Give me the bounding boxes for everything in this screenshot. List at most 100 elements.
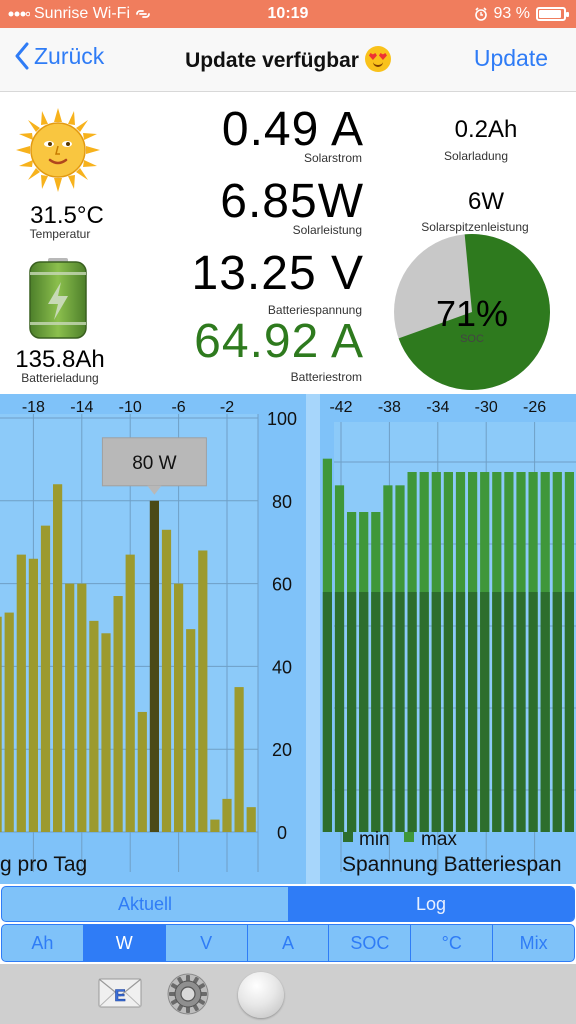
left-chart-x-tick-label: -10 <box>119 399 142 416</box>
bottom-toolbar: E <box>0 964 576 1024</box>
right-chart-bar-min <box>334 592 345 832</box>
left-chart-bar <box>210 819 220 832</box>
soc-pie-chart: 71% SOC <box>394 234 550 390</box>
mode-segmented-control: Aktuell Log <box>1 886 575 922</box>
left-chart-tooltip-text: 80 W <box>132 453 176 474</box>
segment-soc[interactable]: SOC <box>329 925 412 961</box>
right-chart-x-tick-label: -26 <box>523 399 546 416</box>
solar-charge-value: 0.2Ah <box>454 116 518 143</box>
left-chart-y-tick-label: 100 <box>267 409 297 429</box>
soc-label: SOC <box>460 333 484 345</box>
segment-log[interactable]: Log <box>288 887 574 921</box>
right-chart-bar-min <box>419 592 429 832</box>
right-chart-bar-min <box>540 592 550 832</box>
right-chart-bar-min <box>480 592 490 832</box>
left-chart-bar <box>89 620 99 832</box>
segment-aktuell[interactable]: Aktuell <box>2 887 288 921</box>
right-chart-legend-swatch-min <box>343 832 353 842</box>
left-chart-x-tick-label: -18 <box>22 399 45 416</box>
charts-divider <box>306 394 320 884</box>
battery-fill <box>539 10 562 18</box>
left-chart-bar <box>113 596 123 832</box>
right-chart-bar-min <box>395 592 405 832</box>
left-chart-caption: g pro Tag <box>0 853 87 876</box>
battery-icon <box>536 7 569 21</box>
right-chart-x-tick-label: -34 <box>426 399 449 416</box>
solar-power-value: 6.85W <box>220 175 364 228</box>
record-circle-button[interactable] <box>238 972 284 1018</box>
left-chart-bar <box>65 583 75 832</box>
back-button[interactable]: Zurück <box>14 42 104 70</box>
left-chart-bar <box>246 807 256 832</box>
charts-svg: 0 20 40 60 80 100 -18 -14 -10 -6 -2 80 W g pro Tag -4… <box>0 394 576 884</box>
segment-w[interactable]: W <box>83 925 166 961</box>
segment-a[interactable]: A <box>248 925 330 961</box>
battery-percent: 93 % <box>493 5 530 22</box>
left-chart-bar <box>0 616 2 832</box>
right-chart-bar-min <box>528 592 538 832</box>
left-chart-bar <box>137 711 147 832</box>
left-chart-y-tick-label: 0 <box>277 823 287 843</box>
left-chart-bar <box>174 583 184 832</box>
left-chart-bar <box>28 558 38 832</box>
mail-letter: E <box>114 986 125 1005</box>
alarm-icon <box>474 7 487 21</box>
left-chart-x-tick-label: -6 <box>171 399 185 416</box>
charts-area[interactable]: 0 20 40 60 80 100 -18 -14 -10 -6 -2 80 W g pro Tag -4… <box>0 394 576 884</box>
left-chart-y-tick-label: 60 <box>272 575 292 595</box>
right-chart-bar-min <box>359 592 369 832</box>
battery-current-value: 64.92 A <box>194 315 364 368</box>
left-chart-bar <box>125 554 135 832</box>
right-chart-bar-min <box>347 592 357 832</box>
update-button[interactable]: Update <box>474 45 548 72</box>
sun-icon <box>16 108 100 192</box>
right-chart-x-tick-label: -38 <box>378 399 401 416</box>
chevron-left-icon <box>15 42 29 70</box>
heart-eyes-emoji-icon <box>364 46 391 72</box>
right-chart-bar-min <box>516 592 526 832</box>
right-chart-bar-min <box>468 592 478 832</box>
page-title-text: Update verfügbar <box>185 49 359 72</box>
left-chart-bar <box>234 687 244 832</box>
battery-level-icon <box>29 258 87 339</box>
status-bar: Sunrise Wi-Fi 10:19 93 % <box>0 0 576 28</box>
navigation-bar: Zurück Update verfügbar Update <box>0 28 576 92</box>
left-chart-bar <box>101 633 111 832</box>
left-chart-bar <box>4 612 14 832</box>
gear-icon[interactable] <box>166 972 210 1016</box>
right-chart-bar-min <box>564 592 574 832</box>
status-right: 93 % <box>474 5 569 23</box>
left-chart-bar <box>198 550 208 832</box>
left-chart-x-tick-label: -14 <box>70 399 93 416</box>
left-chart-bar <box>186 629 196 832</box>
right-chart-plot-area <box>334 422 576 832</box>
battery-charge-value: 135.8Ah <box>15 346 105 373</box>
right-chart-bar-min <box>455 592 466 832</box>
right-chart-caption: Spannung Batteriespan <box>342 853 562 876</box>
right-chart-bar-min <box>407 592 417 832</box>
temperature-value: 31.5°C <box>30 202 104 229</box>
solar-peak-value: 6W <box>468 188 504 215</box>
right-chart-bar-min <box>383 592 393 832</box>
battery-charge-label: Batterieladung <box>21 371 99 385</box>
right-chart-legend-label-max: max <box>421 829 457 850</box>
segment-mix[interactable]: Mix <box>493 925 574 961</box>
right-chart-bar-min <box>322 592 332 832</box>
segment-v[interactable]: V <box>166 925 248 961</box>
right-chart-bar-min <box>431 592 441 832</box>
right-chart-bar-min <box>371 592 381 832</box>
back-label: Zurück <box>34 42 105 69</box>
right-chart-bar-min <box>492 592 502 832</box>
right-chart-bar-min <box>552 592 562 832</box>
soc-value: 71% <box>436 293 508 334</box>
right-chart-bar-min <box>443 592 453 832</box>
right-chart-x-tick-label: -42 <box>329 399 352 416</box>
left-chart-bar-selected <box>149 500 159 832</box>
battery-current-label: Batteriestrom <box>290 370 362 384</box>
segment-ah[interactable]: Ah <box>2 925 84 961</box>
segment-celsius[interactable]: °C <box>411 925 494 961</box>
left-chart-bar <box>16 554 26 832</box>
battery-voltage-value: 13.25 V <box>191 247 364 300</box>
mail-icon[interactable]: E <box>98 976 142 1010</box>
left-chart-bar <box>161 529 172 832</box>
